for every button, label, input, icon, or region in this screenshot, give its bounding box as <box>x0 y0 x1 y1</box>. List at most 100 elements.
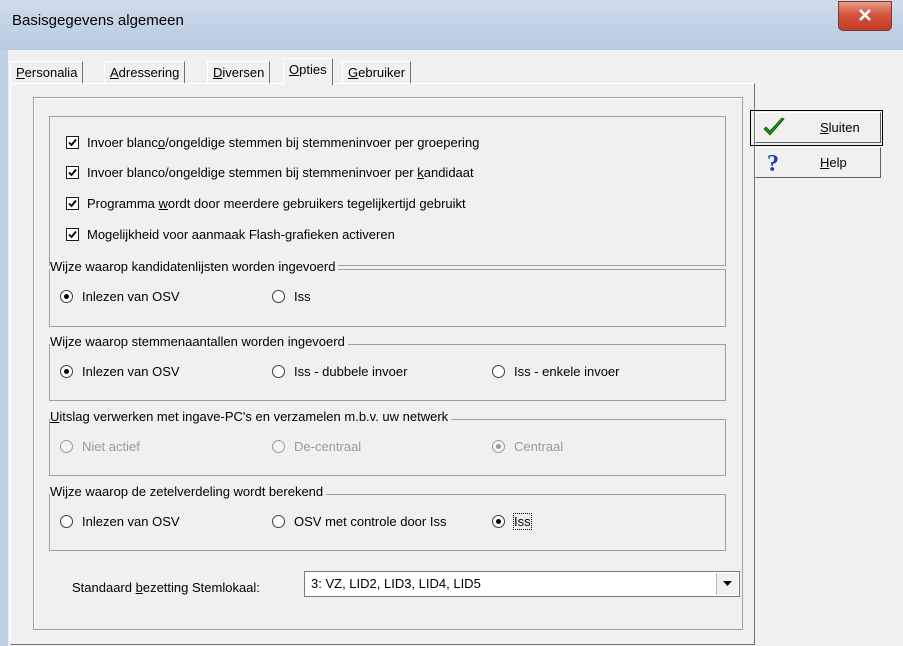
radio-button[interactable] <box>492 515 505 528</box>
accel-key: o <box>157 134 166 150</box>
radio-kandidaten-iss[interactable]: Iss <box>272 289 311 304</box>
label-text: andidaat <box>423 164 474 180</box>
radio-button[interactable] <box>272 290 285 303</box>
checkbox-label: Invoer blanco/ongeldige stemmen bij stem… <box>87 165 474 180</box>
checkbox-blanco-kandidaat[interactable]: Invoer blanco/ongeldige stemmen bij stem… <box>66 162 474 182</box>
window-title: Basisgegevens algemeen <box>12 12 184 29</box>
radio-stemmen-osv[interactable]: Inlezen van OSV <box>60 364 180 379</box>
group-uitslag-netwerk: Uitslag verwerken met ingave-PC's en ver… <box>49 409 726 476</box>
checkbox[interactable] <box>66 196 79 210</box>
help-button[interactable]: ? Help <box>755 147 881 178</box>
window-frame <box>0 50 8 646</box>
tab-accel-key: P <box>16 65 25 80</box>
close-window-button[interactable] <box>838 1 892 31</box>
question-icon: ? <box>767 151 779 175</box>
radio-button[interactable] <box>272 365 285 378</box>
checkbox-group: Invoer blanco/ongeldige stemmen bij stem… <box>49 116 726 266</box>
radio-button[interactable] <box>272 515 285 528</box>
dialog-client-area: Personalia Adressering Diversen Opties G… <box>8 50 903 646</box>
checkmark-icon <box>68 168 77 176</box>
radio-label: Iss - dubbele invoer <box>294 364 408 379</box>
checkbox[interactable] <box>66 135 79 149</box>
label-text: ezetting Stemlokaal: <box>142 580 260 595</box>
checkbox[interactable] <box>66 165 79 179</box>
radio-zetel-osv[interactable]: Inlezen van OSV <box>60 514 180 529</box>
tab-label: iversen <box>222 65 265 80</box>
group-zetelverdeling: Wijze waarop de zetelverdeling wordt ber… <box>49 484 726 551</box>
radio-zetel-iss[interactable]: Iss <box>492 513 532 530</box>
tab-label: ebruiker <box>358 65 406 80</box>
checkbox-meerdere-gebruikers[interactable]: Programma wordt door meerdere gebruikers… <box>66 193 466 213</box>
label-text: ordt door meerdere gebruikers tegelijker… <box>167 195 466 211</box>
accel-key: S <box>820 120 829 135</box>
group-legend: Uitslag verwerken met ingave-PC's en ver… <box>50 409 452 424</box>
group-legend: Wijze waarop kandidatenlijsten worden in… <box>50 259 339 274</box>
checkmark-icon <box>763 117 785 136</box>
radio-button[interactable] <box>492 365 505 378</box>
radio-label: De-centraal <box>294 439 362 454</box>
checkbox-label: Programma wordt door meerdere gebruikers… <box>87 196 466 211</box>
radio-stemmen-enkel[interactable]: Iss - enkele invoer <box>492 364 620 379</box>
checkbox-blanco-groepering[interactable]: Invoer blanco/ongeldige stemmen bij stem… <box>66 132 479 152</box>
checkbox-flash-grafieken[interactable]: Mogelijkheid voor aanmaak Flash-grafieke… <box>66 224 395 244</box>
radio-label: Iss <box>513 513 532 530</box>
tab-diversen[interactable]: Diversen <box>207 61 271 84</box>
label-text: /ongeldige stemmen bij stemmeninvoer per… <box>165 134 480 150</box>
tab-label: ersonalia <box>24 65 78 80</box>
radio-button <box>272 440 285 453</box>
sluiten-button[interactable]: Sluiten <box>755 112 881 143</box>
radio-label: Inlezen van OSV <box>82 514 180 529</box>
radio-stemmen-dubbel[interactable]: Iss - dubbele invoer <box>272 364 407 379</box>
title-bar[interactable]: Basisgegevens algemeen <box>0 0 903 50</box>
label-text: elp <box>829 155 847 170</box>
radio-label: OSV met controle door Iss <box>294 514 447 529</box>
label-text: Invoer blanco/ongeldige stemmen bij stem… <box>87 164 418 180</box>
checkmark-icon <box>68 199 77 207</box>
bezetting-select[interactable]: 3: VZ, LID2, LID3, LID4, LID5 <box>304 571 740 597</box>
tab-gebruiker[interactable]: Gebruiker <box>342 61 412 84</box>
checkbox-label: Mogelijkheid voor aanmaak Flash-grafieke… <box>87 226 395 242</box>
tab-label: pties <box>299 62 327 77</box>
options-frame: Invoer blanco/ongeldige stemmen bij stem… <box>33 97 743 630</box>
close-icon <box>859 9 871 21</box>
bezetting-label: Standaard bezetting Stemlokaal: <box>72 580 260 595</box>
radio-label: Inlezen van OSV <box>82 289 180 304</box>
checkmark-icon <box>68 138 77 146</box>
help-label: Help <box>820 155 847 170</box>
radio-kandidaten-osv[interactable]: Inlezen van OSV <box>60 289 180 304</box>
group-stemmenaantallen: Wijze waarop stemmenaantallen worden ing… <box>49 334 726 401</box>
checkbox-label: Invoer blanco/ongeldige stemmen bij stem… <box>87 135 479 150</box>
tab-accel-key: O <box>289 62 300 77</box>
tab-panel-opties: Invoer blanco/ongeldige stemmen bij stem… <box>10 83 755 645</box>
radio-uitslag-decentraal: De-centraal <box>272 439 361 454</box>
accel-key: w <box>158 195 168 211</box>
tab-accel-key: G <box>348 65 359 80</box>
radio-button <box>60 440 73 453</box>
tab-adressering[interactable]: Adressering <box>104 61 186 84</box>
radio-button[interactable] <box>60 515 73 528</box>
tab-accel-key: D <box>213 65 223 80</box>
label-text: Standaard <box>72 580 136 595</box>
accel-key: U <box>50 409 60 424</box>
radio-label: Iss <box>294 289 311 304</box>
label-text: Programma <box>87 195 159 211</box>
dropdown-button[interactable] <box>716 573 738 595</box>
tab-label: dressering <box>118 65 180 80</box>
tab-opties[interactable]: Opties <box>283 58 333 85</box>
group-legend: Wijze waarop de zetelverdeling wordt ber… <box>50 484 327 499</box>
radio-zetel-osv-controle[interactable]: OSV met controle door Iss <box>272 514 446 529</box>
radio-label: Centraal <box>514 439 564 454</box>
tab-personalia[interactable]: Personalia <box>10 61 84 84</box>
legend-text: itslag verwerken met ingave-PC's en verz… <box>59 409 449 424</box>
tab-accel-key: A <box>110 65 119 80</box>
radio-uitslag-centraal: Centraal <box>492 439 563 454</box>
radio-button[interactable] <box>60 290 73 303</box>
label-text: luiten <box>828 120 860 135</box>
radio-uitslag-niet-actief: Niet actief <box>60 439 140 454</box>
radio-label: Iss - enkele invoer <box>514 364 620 379</box>
radio-button[interactable] <box>60 365 73 378</box>
dialog-window: Basisgegevens algemeen Personalia Adress… <box>0 0 903 646</box>
bezetting-select-value: 3: VZ, LID2, LID3, LID4, LID5 <box>311 576 481 591</box>
checkbox[interactable] <box>66 227 79 241</box>
radio-label: Inlezen van OSV <box>82 364 180 379</box>
